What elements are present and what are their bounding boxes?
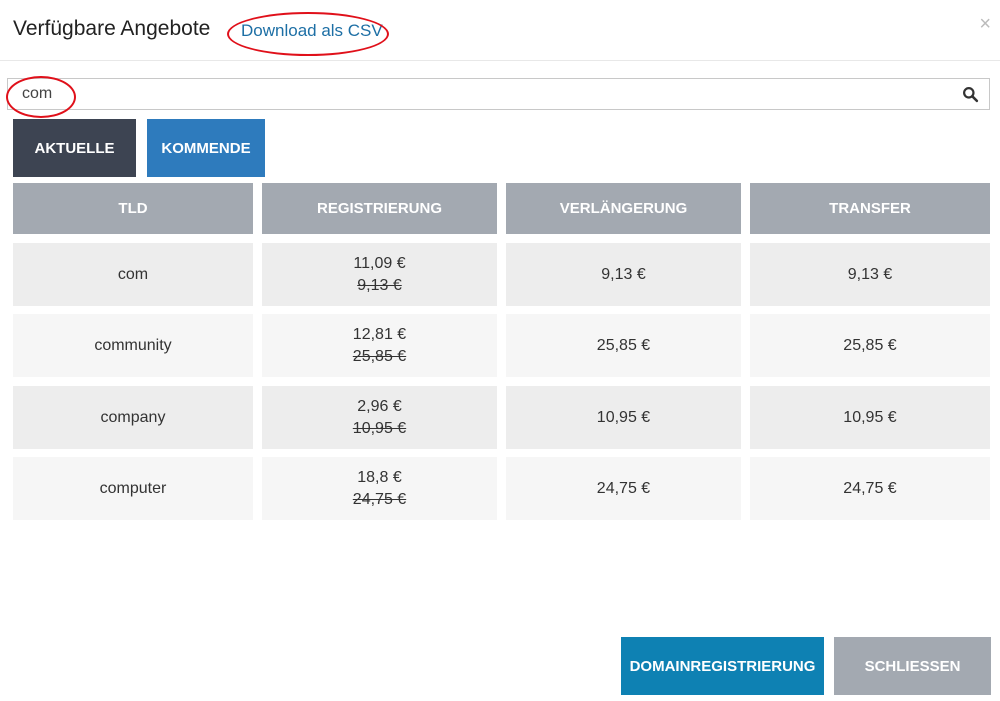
domain-registration-button[interactable]: DOMAINREGISTRIERUNG: [621, 637, 824, 695]
tab-aktuelle[interactable]: AKTUELLE: [13, 119, 136, 177]
transfer-cell: 10,95 €: [750, 386, 990, 449]
search-input[interactable]: [22, 79, 922, 109]
tld-cell: computer: [13, 457, 253, 520]
tab-kommende[interactable]: KOMMENDE: [147, 119, 265, 177]
renewal-cell: 24,75 €: [506, 457, 741, 520]
registration-cell: 18,8 € 24,75 €: [262, 457, 497, 520]
registration-cell: 11,09 € 9,13 €: [262, 243, 497, 306]
renewal-cell: 9,13 €: [506, 243, 741, 306]
modal-title: Verfügbare Angebote: [13, 17, 211, 40]
registration-cell: 2,96 € 10,95 €: [262, 386, 497, 449]
column-header: TLD: [13, 183, 253, 234]
download-csv-link[interactable]: Download als CSV: [241, 21, 383, 41]
registration-old-price: 10,95 €: [352, 419, 407, 437]
transfer-cell: 9,13 €: [750, 243, 990, 306]
modal-header: Verfügbare Angebote Download als CSV ×: [0, 0, 1000, 61]
registration-cell: 12,81 € 25,85 €: [262, 314, 497, 377]
renewal-cell: 25,85 €: [506, 314, 741, 377]
search-bar: [7, 78, 990, 110]
column-header: VERLÄNGERUNG: [506, 183, 741, 234]
column-header: REGISTRIERUNG: [262, 183, 497, 234]
transfer-cell: 25,85 €: [750, 314, 990, 377]
registration-price: 2,96 €: [357, 397, 402, 415]
registration-price: 11,09 €: [353, 254, 406, 272]
search-icon[interactable]: [962, 86, 979, 103]
registration-old-price: 25,85 €: [352, 347, 407, 365]
registration-price: 18,8 €: [357, 468, 402, 486]
tld-cell: community: [13, 314, 253, 377]
transfer-cell: 24,75 €: [750, 457, 990, 520]
registration-old-price: 24,75 €: [352, 490, 407, 508]
registration-price: 12,81 €: [352, 325, 407, 343]
close-icon[interactable]: ×: [979, 13, 991, 36]
renewal-cell: 10,95 €: [506, 386, 741, 449]
tld-cell: company: [13, 386, 253, 449]
registration-old-price: 9,13 €: [357, 276, 402, 294]
close-button[interactable]: SCHLIESSEN: [834, 637, 991, 695]
tld-cell: com: [13, 243, 253, 306]
column-header: TRANSFER: [750, 183, 990, 234]
